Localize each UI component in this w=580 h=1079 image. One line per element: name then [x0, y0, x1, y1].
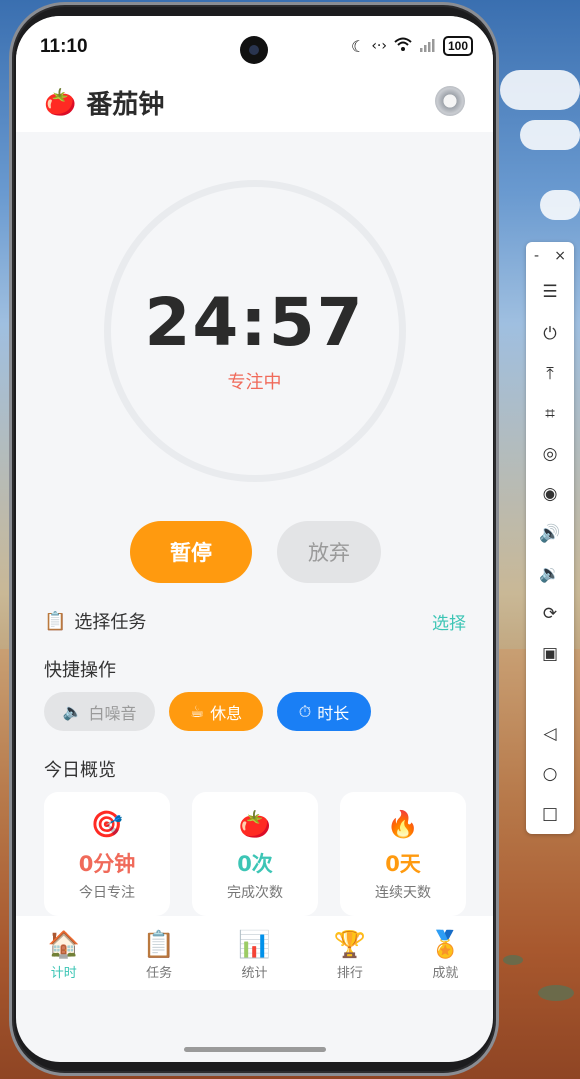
desert-bush — [538, 985, 574, 1001]
fire-icon: 🔥 — [386, 810, 420, 840]
bottom-tab-bar: 🏠 计时 📋 任务 📊 统计 🏆 排行 🏅 成就 — [16, 916, 493, 990]
volume-up-icon[interactable]: 🔊 — [526, 524, 574, 544]
moon-icon: ☾ — [350, 36, 366, 56]
screen-record-icon[interactable]: ◎ — [526, 444, 574, 464]
status-time: 11:10 — [40, 36, 88, 57]
completed-count-card: 🍅 0次 完成次数 — [192, 792, 318, 916]
focus-time-value: 0分钟 — [78, 852, 136, 876]
rotate-icon[interactable]: ⟳ — [526, 604, 574, 624]
minimize-button[interactable]: - — [534, 248, 539, 264]
overview-title: 今日概览 — [44, 760, 116, 781]
timer-status-label: 专注中 — [227, 372, 282, 393]
stopwatch-icon: ⏱ — [298, 701, 312, 721]
trophy-icon: 🏆 — [333, 930, 367, 960]
speaker-icon: 🔈 — [62, 702, 83, 721]
upload-icon[interactable]: ⤒ — [526, 364, 574, 384]
app-title: 🍅 番茄钟 — [44, 84, 164, 121]
status-bar: 11:10 ☾ ‹·› 100 — [16, 16, 493, 80]
power-icon[interactable]: ⏻ — [526, 324, 574, 344]
chip-label: 时长 — [317, 703, 350, 723]
completed-count-label: 完成次数 — [227, 885, 283, 901]
emulator-toolbar: - × ☰ ⏻ ⤒ ⌗ ◎ ◉ 🔊 🔉 ⟳ ▣ ◁ ○ □ — [526, 242, 574, 834]
quick-actions-title: 快捷操作 — [44, 660, 116, 681]
overview-cards: 🎯 0分钟 今日专注 🍅 0次 完成次数 🔥 0天 连续天数 — [44, 792, 466, 916]
tab-achievements[interactable]: 🏅 成就 — [398, 916, 493, 990]
device-icon[interactable]: ▣ — [526, 644, 574, 664]
streak-value: 0天 — [385, 852, 421, 876]
focus-time-card: 🎯 0分钟 今日专注 — [44, 792, 170, 916]
wifi-icon — [393, 36, 413, 56]
clipboard-icon: 📋 — [142, 930, 176, 960]
give-up-button[interactable]: 放弃 — [277, 521, 381, 583]
cloud-shape — [500, 70, 580, 110]
back-icon[interactable]: ◁ — [526, 724, 574, 744]
tab-label: 计时 — [50, 966, 77, 981]
tab-stats[interactable]: 📊 统计 — [207, 916, 302, 990]
task-label-group: 📋 选择任务 — [44, 608, 146, 634]
tab-timer[interactable]: 🏠 计时 — [16, 916, 111, 990]
target-icon: 🎯 — [90, 810, 124, 840]
app-header: 🍅 番茄钟 — [16, 80, 493, 132]
pause-button[interactable]: 暂停 — [130, 521, 252, 583]
front-camera — [240, 36, 268, 64]
medal-icon: 🏅 — [429, 930, 462, 960]
settings-gear-icon[interactable] — [435, 86, 465, 116]
toolbar-header: - × — [526, 242, 574, 264]
page-title: 番茄钟 — [86, 90, 165, 120]
tomato-logo-icon: 🍅 — [44, 87, 77, 118]
bar-chart-icon: 📊 — [238, 930, 271, 960]
completed-count-value: 0次 — [237, 852, 273, 876]
clipboard-icon: 📋 — [44, 610, 67, 632]
tab-label: 任务 — [146, 966, 173, 981]
streak-card: 🔥 0天 连续天数 — [340, 792, 466, 916]
chip-label: 休息 — [210, 703, 243, 723]
tab-label: 排行 — [336, 966, 363, 981]
house-icon: 🏠 — [47, 930, 80, 960]
home-icon[interactable]: ○ — [526, 764, 574, 784]
chip-label: 白噪音 — [88, 703, 137, 723]
cloud-shape — [540, 190, 580, 220]
crop-icon[interactable]: ⌗ — [526, 404, 574, 424]
close-button[interactable]: × — [554, 248, 566, 264]
timer-display: 24:57 — [144, 284, 365, 361]
quick-actions-chips: 🔈 白噪音 ☕ 休息 ⏱ 时长 — [44, 692, 371, 731]
duration-chip[interactable]: ⏱ 时长 — [277, 692, 371, 731]
sync-arrows-icon: ‹·› — [371, 38, 387, 54]
task-selector-row: 📋 选择任务 选择 — [44, 608, 466, 634]
coffee-icon: ☕ — [189, 702, 205, 721]
tomato-icon: 🍅 — [238, 810, 272, 840]
desert-bush — [503, 955, 523, 965]
white-noise-chip[interactable]: 🔈 白噪音 — [44, 692, 155, 731]
screenshot-icon[interactable]: ◉ — [526, 484, 574, 504]
tab-label: 统计 — [241, 966, 268, 981]
volume-down-icon[interactable]: 🔉 — [526, 564, 574, 584]
streak-label: 连续天数 — [375, 885, 431, 901]
phone-screen: 11:10 ☾ ‹·› 100 🍅 番茄钟 24:57 专注中 暂停 放弃 📋 … — [16, 16, 493, 1062]
battery-indicator: 100 — [442, 36, 473, 56]
home-indicator[interactable] — [184, 1047, 326, 1052]
tab-tasks[interactable]: 📋 任务 — [111, 916, 206, 990]
signal-icon — [419, 37, 437, 56]
select-task-link[interactable]: 选择 — [432, 609, 466, 634]
status-icons: ☾ ‹·› 100 — [351, 36, 473, 56]
recents-icon[interactable]: □ — [526, 804, 574, 824]
cloud-shape — [520, 120, 580, 150]
task-label: 选择任务 — [74, 612, 147, 633]
rest-chip[interactable]: ☕ 休息 — [169, 692, 263, 731]
menu-icon[interactable]: ☰ — [526, 282, 574, 302]
tab-ranking[interactable]: 🏆 排行 — [302, 916, 397, 990]
focus-time-label: 今日专注 — [79, 885, 135, 901]
tab-label: 成就 — [432, 966, 459, 981]
